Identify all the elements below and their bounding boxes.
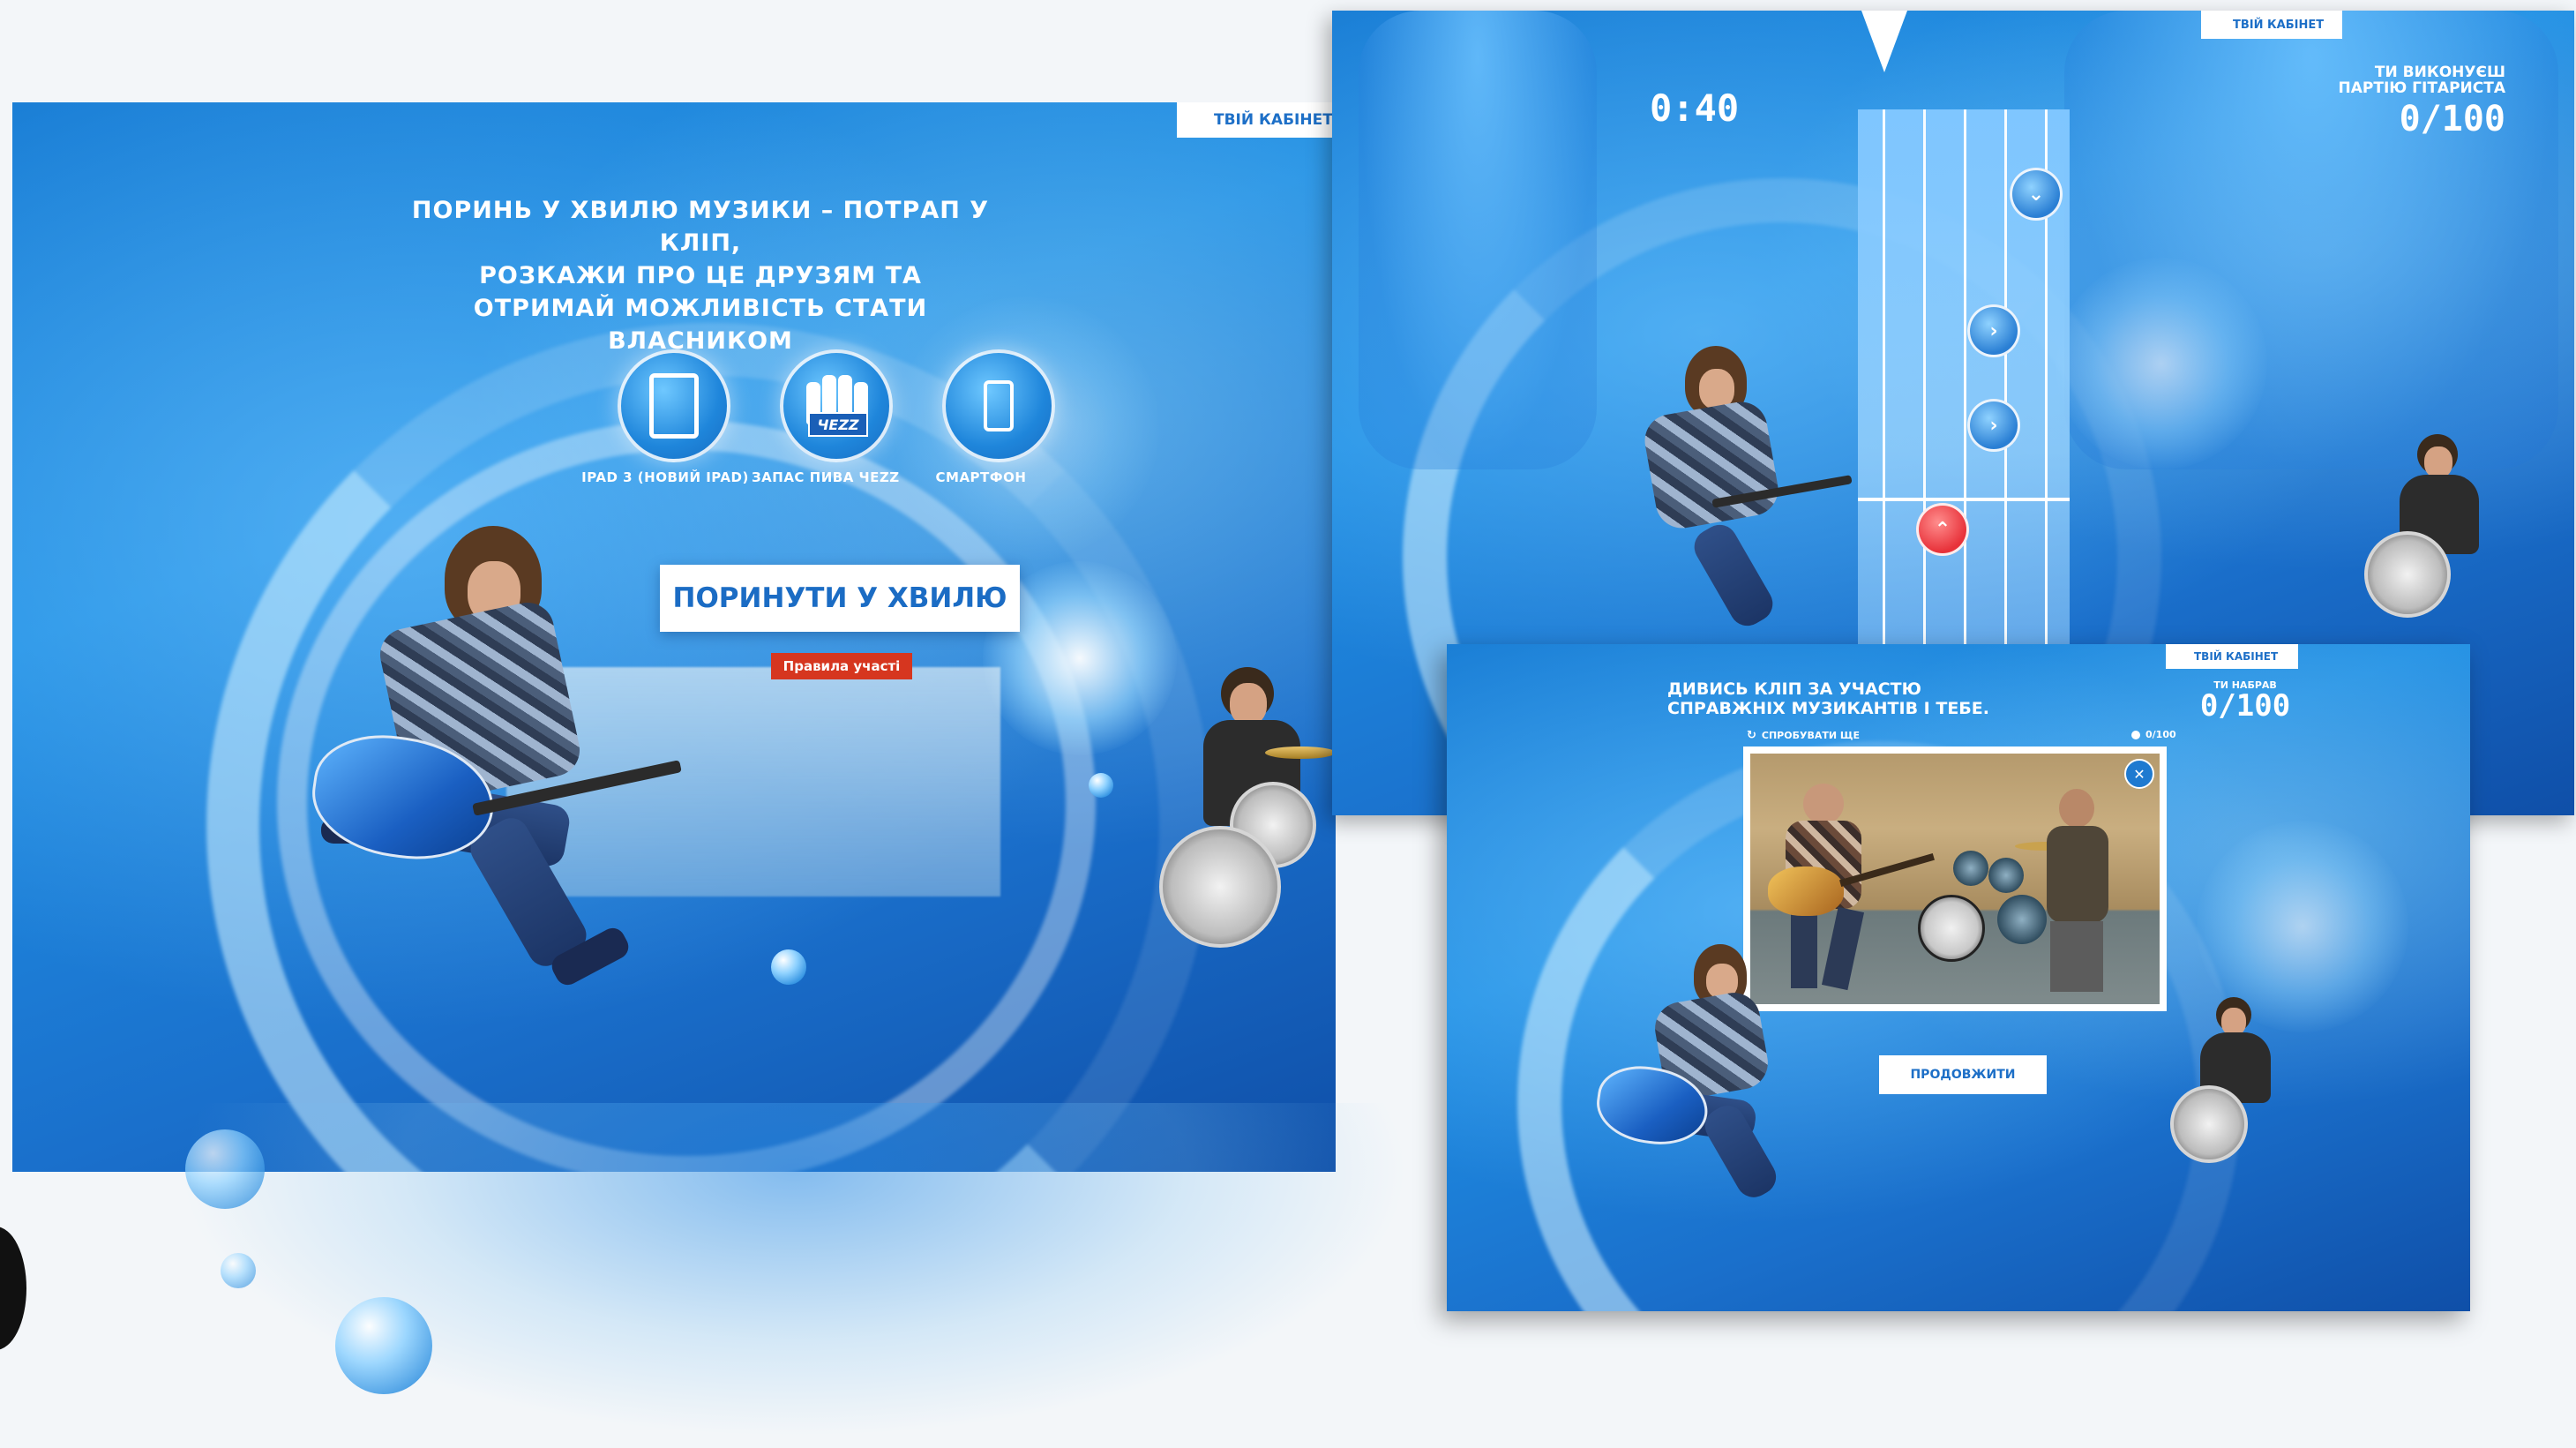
drummer-image (2364, 434, 2514, 628)
headline: ПОРИНЬ У ХВИЛЮ МУЗИКИ – ПОТРАП У КЛІП, Р… (401, 194, 1000, 357)
role-label: ТИ ВИКОНУЄШ ПАРТІЮ ГІТАРИСТА (2303, 64, 2505, 97)
timer-panel (1359, 11, 1597, 469)
pointer-triangle-icon (1861, 11, 1907, 72)
chevron-up-icon[interactable]: ⌃ (1916, 503, 1969, 556)
dark-corner-shape (0, 1227, 26, 1350)
refresh-icon: ↻ (1747, 729, 1756, 742)
cabinet-label: ТВІЙ КАБІНЕТ (1214, 111, 1333, 129)
try-again-link[interactable]: ↻ СПРОБУВАТИ ЩЕ (1747, 729, 1860, 742)
small-score: 0/100 (2131, 729, 2176, 740)
cabinet-label: ТВІЙ КАБІНЕТ (2233, 18, 2325, 32)
water-drop-decoration (1089, 773, 1113, 798)
prize-label-beer: ЗАПАС ПИВА ЧЕZZ (752, 469, 900, 485)
prize-ipad (618, 349, 730, 462)
dot-icon (2131, 730, 2140, 739)
guitarist-image (1591, 944, 1861, 1209)
role-label-line-2: ПАРТІЮ ГІТАРИСТА (2338, 79, 2505, 97)
rules-button[interactable]: Правила участі (771, 653, 912, 679)
chevron-right-icon[interactable]: › (1967, 399, 2020, 452)
chevron-right-icon[interactable]: › (1967, 304, 2020, 357)
hit-line (1858, 498, 2070, 501)
score: 0/100 (2199, 688, 2291, 724)
prizes-row: ЧЕZZ (561, 349, 1055, 462)
prize-smartphone (942, 349, 1055, 462)
headline-line-1: ПОРИНЬ У ХВИЛЮ МУЗИКИ – ПОТРАП У КЛІП, (411, 197, 990, 257)
score: 0/100 (2399, 99, 2505, 139)
cabinet-link[interactable]: ТВІЙ КАБІНЕТ (1177, 102, 1336, 138)
video-screen: ТВІЙ КАБІНЕТ ДИВИСЬ КЛІП ЗА УЧАСТЮ СПРАВ… (1447, 644, 2470, 1311)
landing-screen: ТВІЙ КАБІНЕТ ПОРИНЬ У ХВИЛЮ МУЗИКИ – ПОТ… (12, 102, 1336, 1172)
video-title: ДИВИСЬ КЛІП ЗА УЧАСТЮ СПРАВЖНІХ МУЗИКАНТ… (1667, 679, 1989, 718)
drummer-image (1159, 667, 1336, 949)
tablet-icon (649, 373, 699, 439)
water-drop-decoration (221, 1253, 256, 1288)
person-icon (2175, 650, 2185, 663)
share-icon[interactable]: ✕ (2124, 759, 2154, 789)
chevron-down-icon[interactable]: ⌄ (2010, 168, 2063, 221)
prize-label-smartphone: СМАРТФОН (935, 469, 1027, 485)
headline-line-2: РОЗКАЖИ ПРО ЦЕ ДРУЗЯМ ТА (479, 262, 922, 289)
person-icon (1189, 111, 1205, 129)
try-again-label: СПРОБУВАТИ ЩЕ (1761, 730, 1860, 741)
guitarist-image (1579, 346, 1861, 664)
cabinet-label: ТВІЙ КАБІНЕТ (2194, 650, 2279, 663)
person-icon (2212, 18, 2224, 32)
water-drop-decoration (185, 1129, 265, 1209)
prize-label-ipad: IPAD 3 (НОВИЙ IPAD) (581, 469, 749, 485)
smartphone-icon (984, 380, 1014, 431)
small-score-value: 0/100 (2145, 729, 2176, 740)
prize-beer: ЧЕZZ (780, 349, 893, 462)
water-drop-decoration (771, 949, 806, 985)
dive-in-button[interactable]: ПОРИНУТИ У ХВИЛЮ (660, 565, 1020, 632)
video-title-line-1: ДИВИСЬ КЛІП ЗА УЧАСТЮ (1667, 679, 1921, 699)
cabinet-link[interactable]: ТВІЙ КАБІНЕТ (2201, 11, 2342, 39)
cabinet-link[interactable]: ТВІЙ КАБІНЕТ (2166, 644, 2298, 669)
guitarist-image (295, 526, 700, 1055)
drummer-image (2170, 997, 2303, 1174)
headline-line-3: ОТРИМАЙ МОЖЛИВІСТЬ СТАТИ ВЛАСНИКОМ (473, 295, 928, 355)
video-title-line-2: СПРАВЖНІХ МУЗИКАНТІВ І ТЕБЕ. (1667, 699, 1989, 718)
continue-button[interactable]: ПРОДОВЖИТИ (1879, 1055, 2047, 1094)
water-drop-decoration (335, 1297, 432, 1394)
timer: 0:40 (1650, 86, 1740, 130)
brand-badge: ЧЕZZ (808, 412, 868, 437)
beer-bottles-icon: ЧЕZZ (803, 375, 870, 437)
